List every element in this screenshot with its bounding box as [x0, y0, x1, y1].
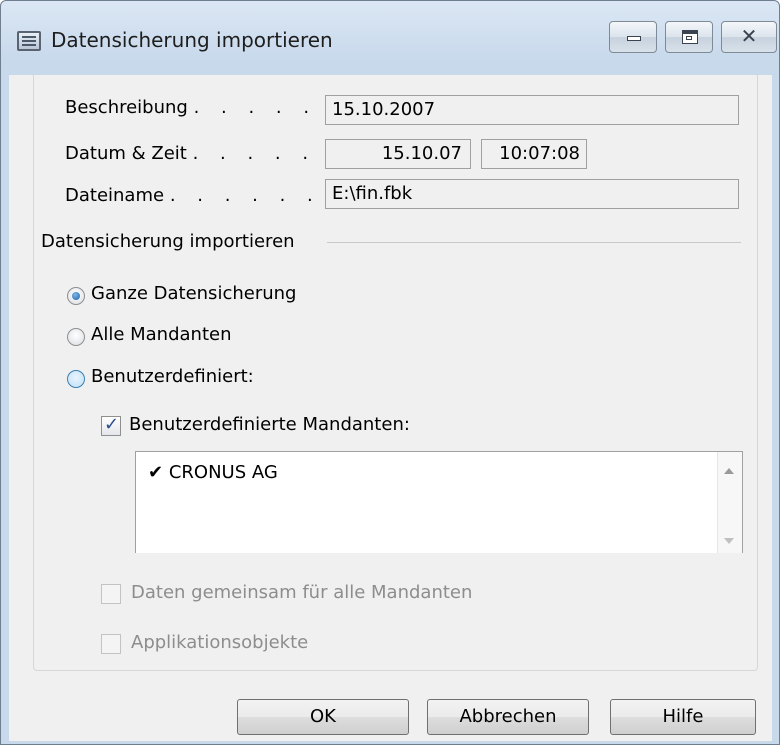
section-divider [327, 242, 741, 243]
close-button[interactable]: ✕ [721, 21, 777, 53]
hilfe-button[interactable]: Hilfe [610, 699, 756, 735]
date-field[interactable]: 15.10.07 [325, 139, 471, 169]
beschreibung-label-text: Beschreibung [65, 97, 188, 118]
window-title: Datensicherung importieren [51, 28, 333, 52]
list-item[interactable]: ✔ CRONUS AG [148, 462, 278, 483]
benutzerdefinierte-mandanten-checkbox[interactable]: ✓ [101, 414, 121, 436]
datum-zeit-dots: . . . . . . [192, 143, 344, 164]
benutzerdefinierte-mandanten-label[interactable]: Benutzerdefinierte Mandanten: [129, 414, 410, 435]
radio-ganze-label[interactable]: Ganze Datensicherung [91, 283, 296, 304]
dialog-client-area: Beschreibung . . . . . . 15.10.2007 Datu… [9, 75, 772, 741]
list-item-name: CRONUS AG [168, 462, 278, 483]
abbrechen-button[interactable]: Abbrechen [427, 699, 589, 735]
dateiname-label: Dateiname . . . . . . . [65, 185, 348, 206]
company-listbox[interactable]: ✔ CRONUS AG [135, 451, 743, 553]
daten-gemeinsam-checkbox[interactable] [101, 584, 121, 604]
radio-benutzer-label[interactable]: Benutzerdefiniert: [91, 366, 254, 387]
beschreibung-label: Beschreibung . . . . . . [65, 97, 345, 118]
applikationsobjekte-label: Applikationsobjekte [131, 632, 309, 653]
radio-alle-label[interactable]: Alle Mandanten [91, 324, 231, 345]
minimize-button[interactable] [609, 21, 657, 53]
beschreibung-dots: . . . . . . [193, 97, 345, 118]
radio-ganze-datensicherung[interactable] [67, 287, 85, 305]
radio-benutzerdefiniert[interactable] [67, 370, 85, 388]
close-icon: ✕ [740, 24, 758, 48]
datum-zeit-label: Datum & Zeit . . . . . . [65, 143, 344, 164]
datum-zeit-label-text: Datum & Zeit [65, 143, 187, 164]
title-bar[interactable]: Datensicherung importieren ✕ [1, 1, 779, 73]
dateiname-field[interactable]: E:\fin.fbk [325, 179, 739, 209]
radio-alle-mandanten[interactable] [67, 328, 85, 346]
maximize-button[interactable] [665, 21, 713, 53]
applikationsobjekte-checkbox[interactable] [101, 634, 121, 654]
minimize-icon [627, 36, 641, 41]
dateiname-dots: . . . . . . . [169, 185, 349, 206]
checkmark-icon: ✓ [104, 414, 120, 435]
dialog-window: Datensicherung importieren ✕ Beschreibun… [0, 0, 780, 745]
daten-gemeinsam-label: Daten gemeinsam für alle Mandanten [131, 582, 473, 603]
time-field[interactable]: 10:07:08 [481, 139, 587, 169]
listbox-scrollbar[interactable] [717, 452, 742, 553]
table-window-icon [17, 31, 41, 51]
beschreibung-field[interactable]: 15.10.2007 [325, 95, 739, 125]
section-title: Datensicherung importieren [41, 231, 295, 252]
scroll-down-arrow-icon[interactable] [724, 538, 734, 544]
maximize-icon [682, 30, 698, 44]
dateiname-label-text: Dateiname [65, 185, 165, 206]
scroll-up-arrow-icon[interactable] [724, 468, 734, 474]
ok-button[interactable]: OK [237, 699, 409, 735]
list-item-check-icon: ✔ [148, 462, 164, 483]
